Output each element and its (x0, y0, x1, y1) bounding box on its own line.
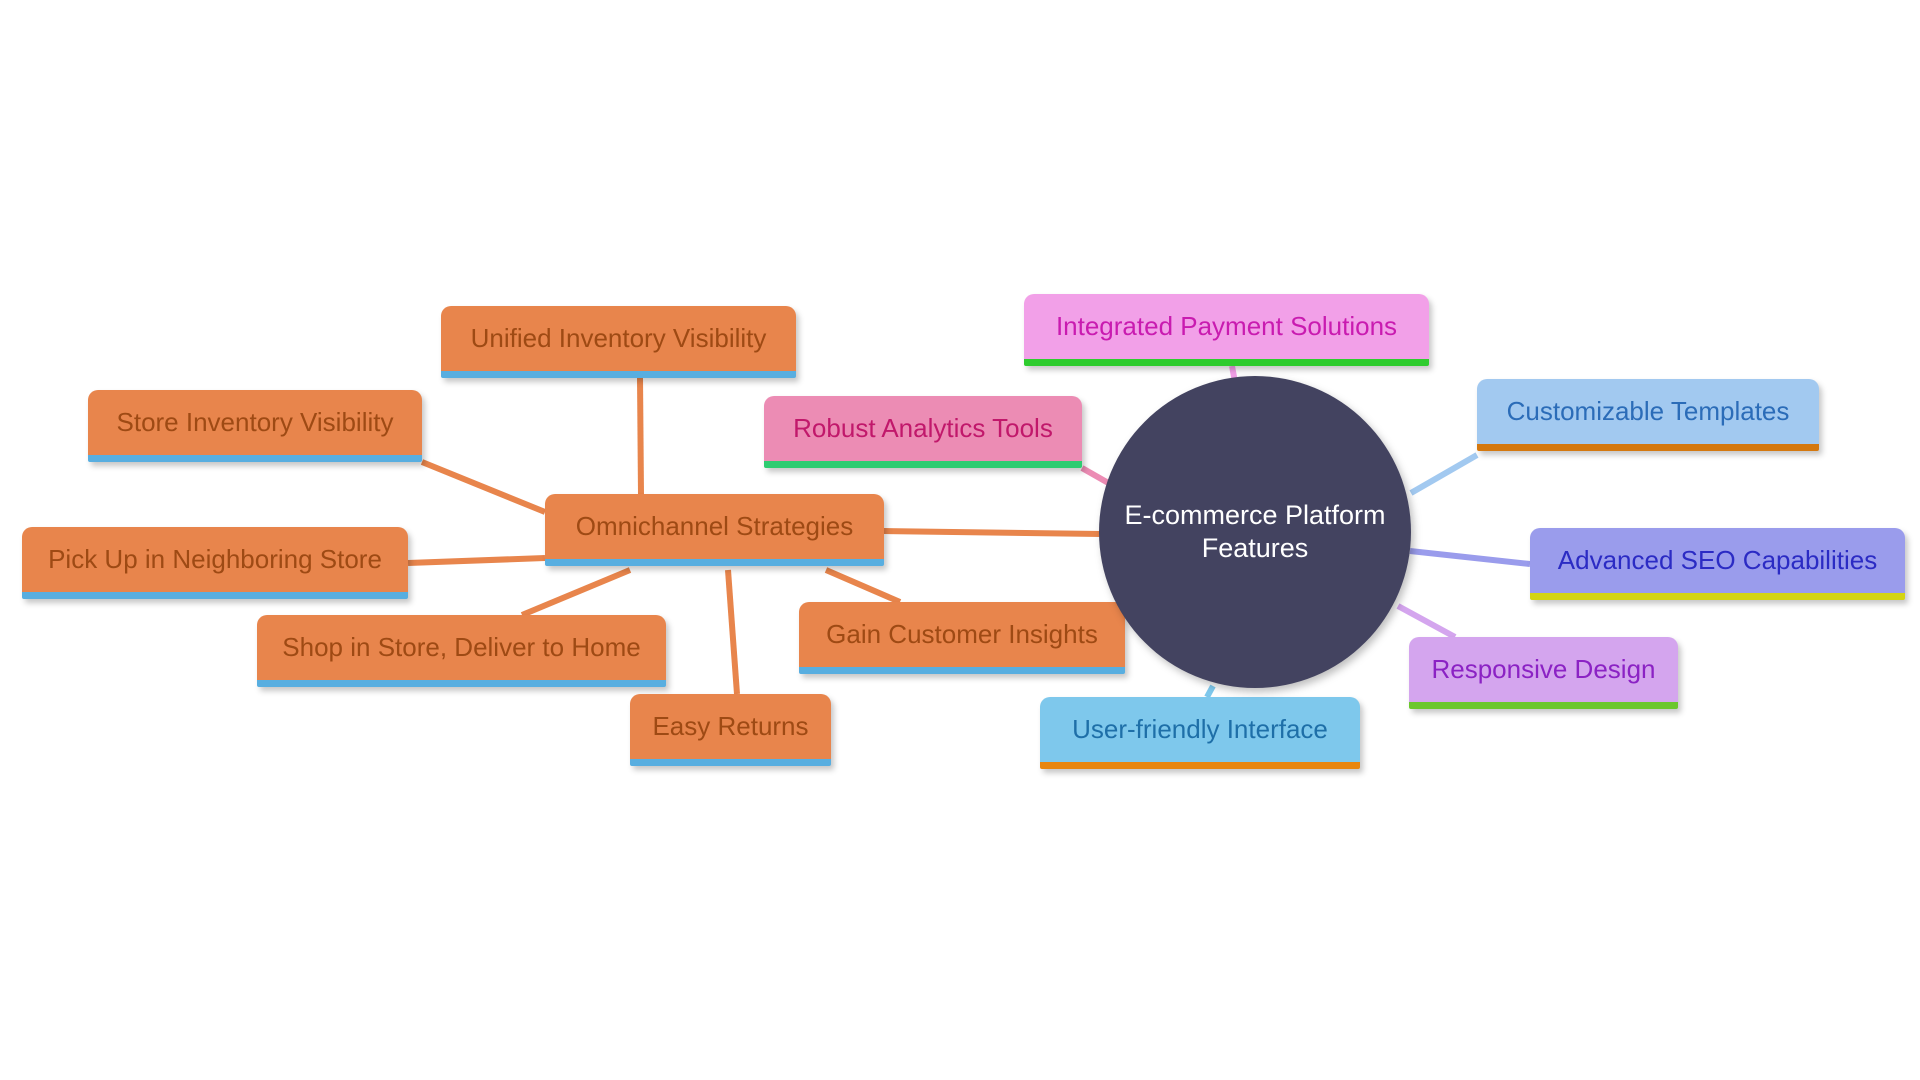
node-label: Integrated Payment Solutions (1055, 310, 1398, 341)
node-unified-inventory-visibility[interactable]: Unified Inventory Visibility (441, 306, 796, 378)
node-root-e-commerce-platform-features[interactable]: E-commerce Platform Features (1099, 376, 1411, 688)
node-root-label: E-commerce Platform Features (1124, 500, 1386, 563)
node-shop-in-store-deliver-to-home[interactable]: Shop in Store, Deliver to Home (257, 615, 666, 687)
node-advanced-seo-capabilities[interactable]: Advanced SEO Capabilities (1530, 528, 1905, 600)
edge-root-advanced-seo (1409, 548, 1531, 567)
node-gain-customer-insights[interactable]: Gain Customer Insights (799, 602, 1125, 674)
edge-root-omnichannel (883, 528, 1102, 537)
node-label: Gain Customer Insights (826, 618, 1098, 649)
node-integrated-payment-solutions[interactable]: Integrated Payment Solutions (1024, 294, 1429, 366)
node-store-inventory-visibility[interactable]: Store Inventory Visibility (88, 390, 422, 462)
edge-omni-store-inventory (420, 459, 547, 515)
node-label: Easy Returns (652, 710, 809, 741)
edge-omni-gain-insights (824, 567, 902, 605)
edge-omni-shop-in-store (520, 567, 632, 618)
node-label: Robust Analytics Tools (793, 412, 1053, 443)
edge-omni-easy-returns (725, 569, 740, 695)
node-label: Pick Up in Neighboring Store (48, 543, 382, 574)
edge-omni-unified-inventory (637, 377, 644, 495)
edge-root-customizable-templates (1409, 452, 1479, 496)
node-label: Unified Inventory Visibility (470, 322, 767, 353)
edge-root-user-friendly-interface (1204, 684, 1216, 699)
node-label: User-friendly Interface (1072, 713, 1328, 744)
node-robust-analytics-tools[interactable]: Robust Analytics Tools (764, 396, 1082, 468)
mindmap-canvas: Unified Inventory Visibility Store Invent… (0, 0, 1920, 1080)
edge-omni-pick-up (407, 555, 546, 566)
node-label: Store Inventory Visibility (116, 406, 394, 437)
node-label: Advanced SEO Capabilities (1557, 544, 1878, 575)
node-label: Shop in Store, Deliver to Home (282, 631, 641, 662)
node-label: Omnichannel Strategies (575, 510, 854, 541)
edge-root-responsive-design (1396, 603, 1457, 640)
node-pick-up-in-neighboring-store[interactable]: Pick Up in Neighboring Store (22, 527, 408, 599)
node-omnichannel-strategies[interactable]: Omnichannel Strategies (545, 494, 884, 566)
node-label: Responsive Design (1431, 653, 1656, 684)
node-user-friendly-interface[interactable]: User-friendly Interface (1040, 697, 1360, 769)
node-customizable-templates[interactable]: Customizable Templates (1477, 379, 1819, 451)
node-label: Customizable Templates (1506, 395, 1790, 426)
node-easy-returns[interactable]: Easy Returns (630, 694, 831, 766)
node-responsive-design[interactable]: Responsive Design (1409, 637, 1678, 709)
